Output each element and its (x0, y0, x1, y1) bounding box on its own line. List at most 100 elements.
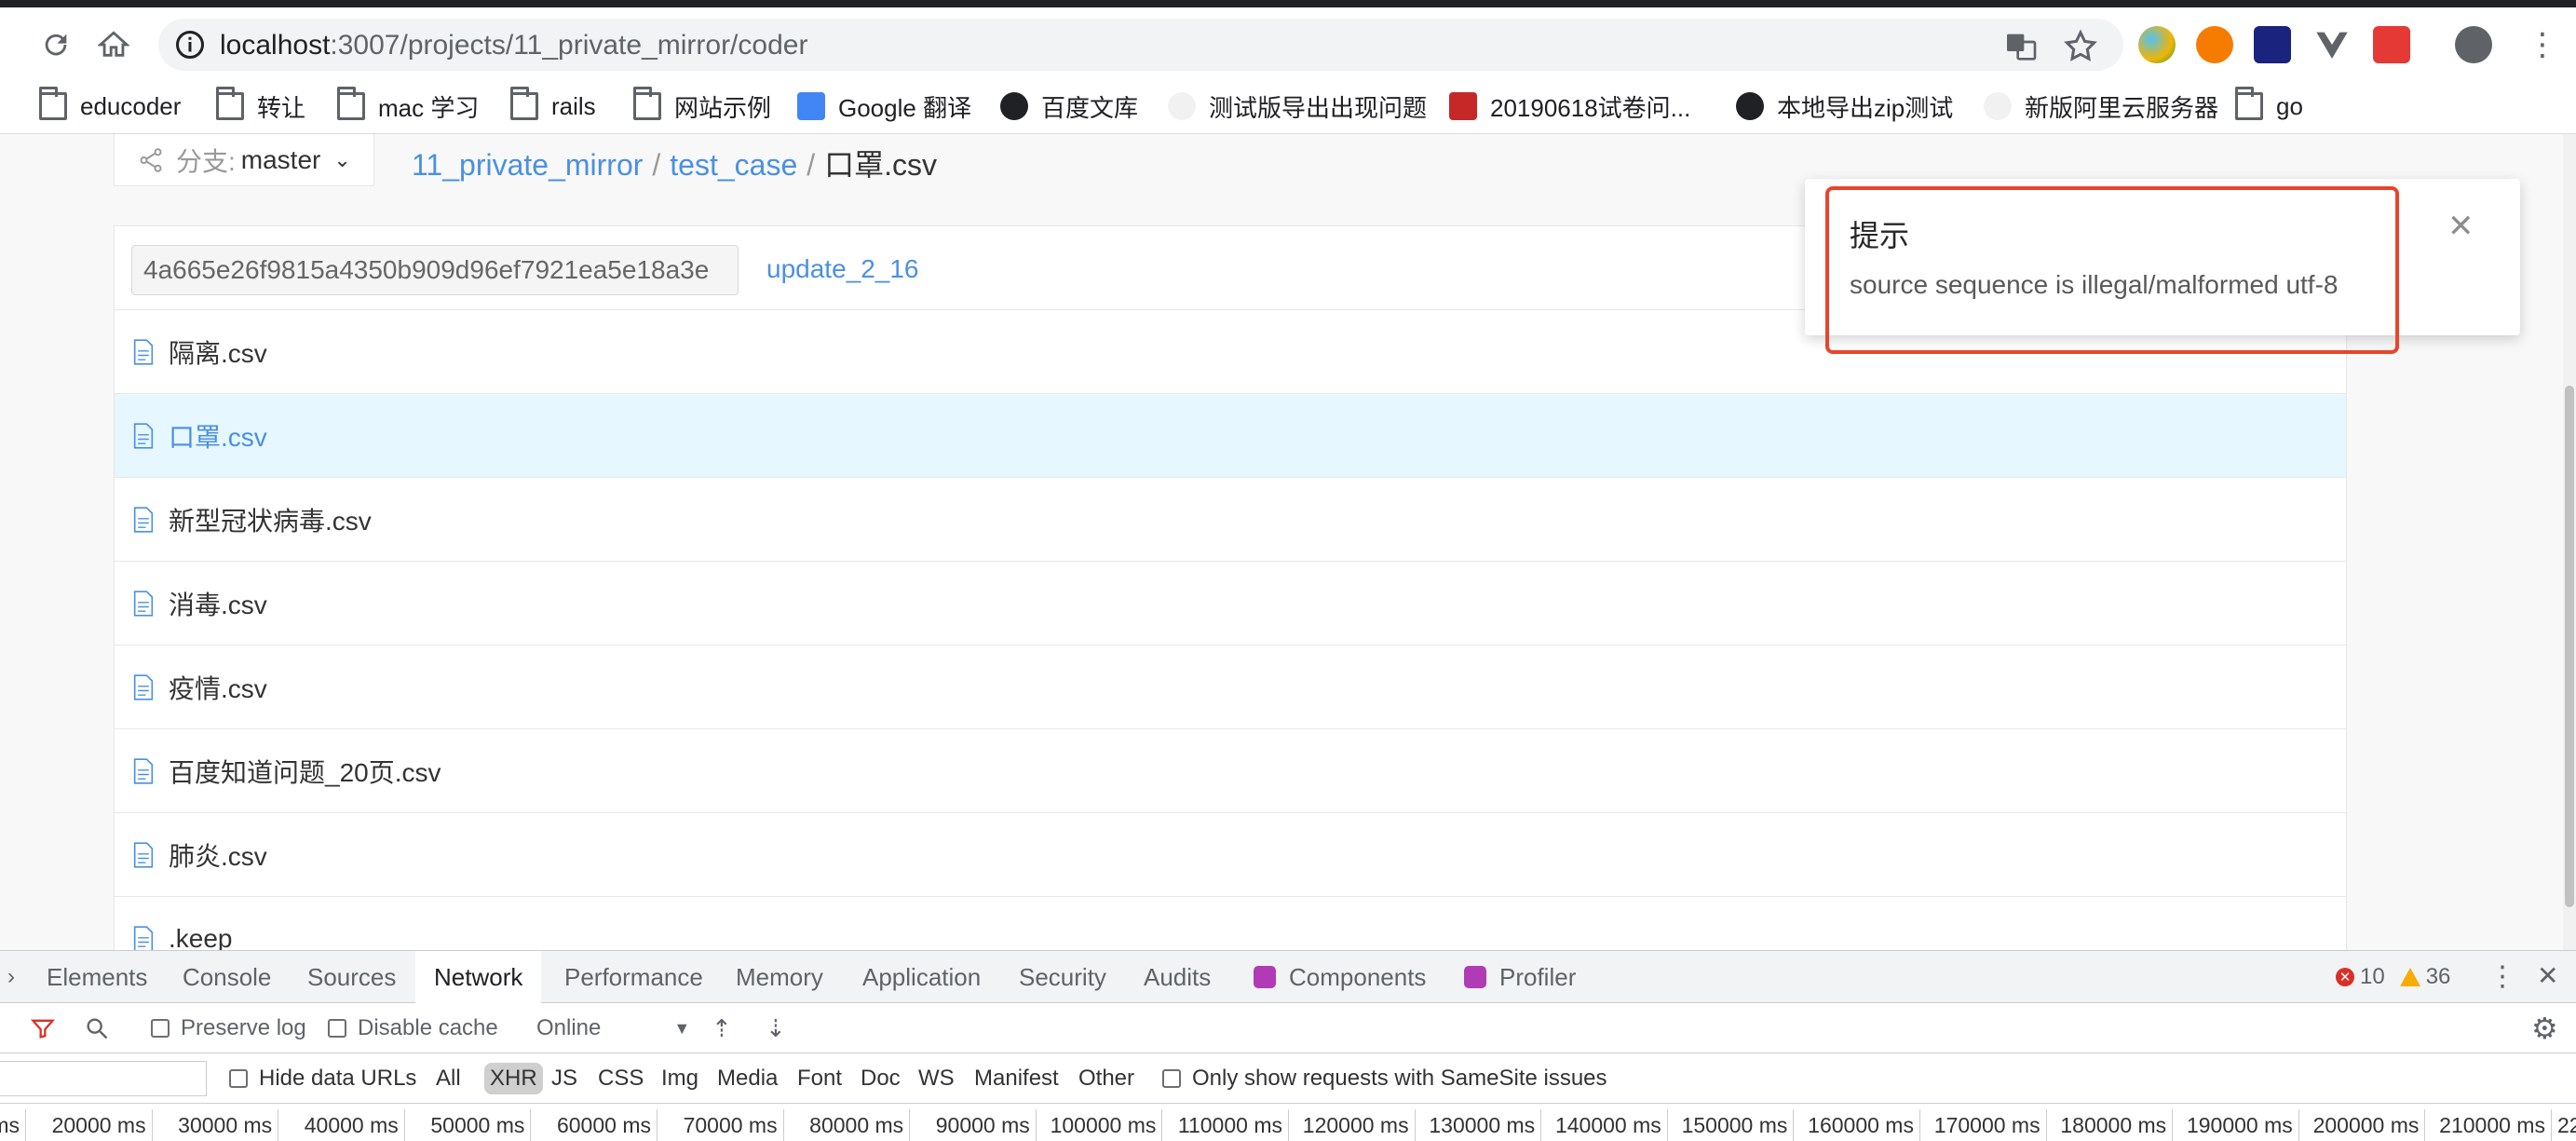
file-row[interactable]: .keep (115, 897, 2346, 950)
home-icon[interactable] (89, 20, 138, 69)
type-filter-font[interactable]: Font (797, 1063, 842, 1094)
branch-icon (140, 147, 162, 172)
tab-memory[interactable]: Memory (721, 951, 838, 1003)
timeline-tick: 120000 ms (1289, 1109, 1416, 1141)
type-filter-all[interactable]: All (436, 1063, 461, 1094)
file-row[interactable]: 新型冠状病毒.csv (115, 478, 2346, 562)
bookmark-item[interactable]: rails (510, 87, 596, 125)
bookmark-item[interactable]: Google 翻译 (797, 88, 971, 125)
filter-input[interactable] (0, 1061, 207, 1096)
tab-sources[interactable]: Sources (292, 951, 411, 1003)
disable-cache-checkbox[interactable]: Disable cache (328, 1012, 498, 1044)
type-filter-ws[interactable]: WS (918, 1063, 955, 1094)
hide-data-urls-checkbox[interactable]: Hide data URLs (229, 1063, 416, 1094)
folder-icon (2235, 87, 2263, 120)
console-counts[interactable]: ✕ 10 36 (2336, 964, 2450, 990)
scrollbar-thumb[interactable] (2565, 386, 2574, 907)
timeline-tick: 40000 ms (278, 1109, 405, 1141)
import-har-icon[interactable]: ⇡ (712, 1012, 732, 1044)
reload-icon[interactable] (32, 20, 80, 69)
type-filter-doc[interactable]: Doc (861, 1063, 901, 1094)
tab-components[interactable]: Components (1239, 951, 1441, 1003)
extension-vue-icon[interactable] (2313, 26, 2351, 63)
timeline-tick: 130000 ms (1416, 1109, 1542, 1141)
tab-audits[interactable]: Audits (1129, 951, 1226, 1003)
type-filter-other[interactable]: Other (1078, 1063, 1134, 1094)
close-icon[interactable]: ✕ (2447, 211, 2474, 242)
notification-message: source sequence is illegal/malformed utf… (1850, 270, 2339, 299)
commit-message-link[interactable]: update_2_16 (766, 254, 919, 284)
browser-menu-icon[interactable]: ⋮ (2518, 20, 2567, 69)
breadcrumb: 11_private_mirror / test_case / 口罩.csv (412, 148, 938, 182)
tab-application[interactable]: Application (847, 951, 996, 1003)
preserve-log-checkbox[interactable]: Preserve log (151, 1012, 306, 1044)
bookmark-item[interactable]: 新版阿里云服务器 (1984, 88, 2218, 125)
file-row[interactable]: 百度知道问题_20页.csv (115, 729, 2346, 813)
breadcrumb-dir-link[interactable]: test_case (670, 148, 797, 182)
bookmark-item[interactable]: mac 学习 (337, 87, 479, 125)
bookmark-star-icon[interactable] (2062, 28, 2099, 65)
bookmark-item[interactable]: go (2235, 87, 2303, 125)
branch-selector[interactable]: 分支: master ⌄ (114, 134, 374, 186)
type-filter-img[interactable]: Img (661, 1063, 698, 1094)
gear-icon[interactable]: ⚙ (2531, 1012, 2558, 1045)
tab-profiler[interactable]: Profiler (1449, 951, 1591, 1003)
timeline-tick: 210000 ms (2425, 1109, 2552, 1141)
tab-network[interactable]: Network (415, 951, 542, 1003)
file-icon (133, 590, 154, 617)
bookmark-item[interactable]: 本地导出zip测试 (1736, 88, 1953, 125)
bookmark-item[interactable]: 百度文库 (1000, 88, 1138, 125)
bookmark-item[interactable]: 20190618试卷问... (1449, 88, 1690, 125)
tab-elements[interactable]: Elements (32, 951, 162, 1003)
translate-icon[interactable] (2002, 28, 2040, 65)
type-filter-xhr[interactable]: XHR (484, 1063, 543, 1094)
devtools-menu-icon[interactable]: ⋮ (2488, 960, 2516, 993)
tab-security[interactable]: Security (1004, 951, 1121, 1003)
devtools-panel: › Elements Console Sources Network Perfo… (0, 950, 2576, 1141)
timeline-tick: 110000 ms (1162, 1109, 1289, 1141)
file-row[interactable]: 消毒.csv (115, 562, 2346, 645)
type-filter-css[interactable]: CSS (598, 1063, 644, 1094)
breadcrumb-repo-link[interactable]: 11_private_mirror (412, 148, 643, 182)
type-filter-manifest[interactable]: Manifest (974, 1063, 1059, 1094)
timeline-tick: 220 (2557, 1112, 2576, 1137)
search-icon[interactable] (84, 1012, 110, 1044)
filter-funnel-icon[interactable] (30, 1012, 56, 1044)
type-filter-js[interactable]: JS (551, 1063, 577, 1094)
bookmark-item[interactable]: educoder (39, 87, 181, 125)
bookmark-item[interactable]: 网站示例 (633, 87, 771, 125)
address-bar[interactable]: localhost:3007/projects/11_private_mirro… (158, 19, 2123, 71)
timeline-tick: 170000 ms (1920, 1109, 2047, 1141)
samesite-checkbox[interactable]: Only show requests with SameSite issues (1162, 1063, 1607, 1094)
commit-sha[interactable]: 4a665e26f9815a4350b909d96ef7921ea5e18a3e (131, 245, 739, 295)
folder-icon (39, 87, 67, 120)
extension-red-icon[interactable] (2373, 26, 2410, 63)
tab-console[interactable]: Console (168, 951, 286, 1003)
file-row[interactable]: 肺炎.csv (115, 813, 2346, 897)
site-info-icon[interactable] (173, 28, 207, 61)
url-text[interactable]: localhost:3007/projects/11_private_mirro… (220, 30, 807, 61)
breadcrumb-current-file: 口罩.csv (824, 148, 938, 182)
tab-performance[interactable]: Performance (549, 951, 718, 1003)
github-icon (1168, 92, 1196, 120)
folder-icon (510, 87, 538, 120)
bookmark-item[interactable]: 转让 (216, 87, 305, 125)
extension-colorful-icon[interactable] (2138, 26, 2176, 63)
google-translate-icon (797, 92, 825, 120)
type-filter-media[interactable]: Media (717, 1063, 778, 1094)
extension-dark-icon[interactable] (2254, 26, 2291, 63)
export-har-icon[interactable]: ⇣ (766, 1012, 786, 1044)
page-scrollbar[interactable] (2563, 134, 2576, 950)
timeline-tick: 70000 ms (658, 1109, 784, 1141)
bookmark-item[interactable]: 测试版导出出现问题 (1168, 88, 1427, 125)
devtools-close-icon[interactable]: ✕ (2537, 960, 2558, 991)
file-row[interactable]: 疫情.csv (115, 645, 2346, 729)
timeline-tick: ms (0, 1109, 26, 1141)
file-row[interactable]: 口罩.csv (115, 394, 2346, 478)
profile-avatar-icon[interactable] (2455, 26, 2492, 63)
react-icon (1464, 966, 1486, 988)
devtools-inspect-icon[interactable]: › (0, 953, 35, 1001)
timeline-tick: 200000 ms (2299, 1109, 2426, 1141)
extension-lifebuoy-icon[interactable] (2196, 26, 2233, 63)
throttling-select[interactable]: Online ▼ (536, 1012, 690, 1044)
